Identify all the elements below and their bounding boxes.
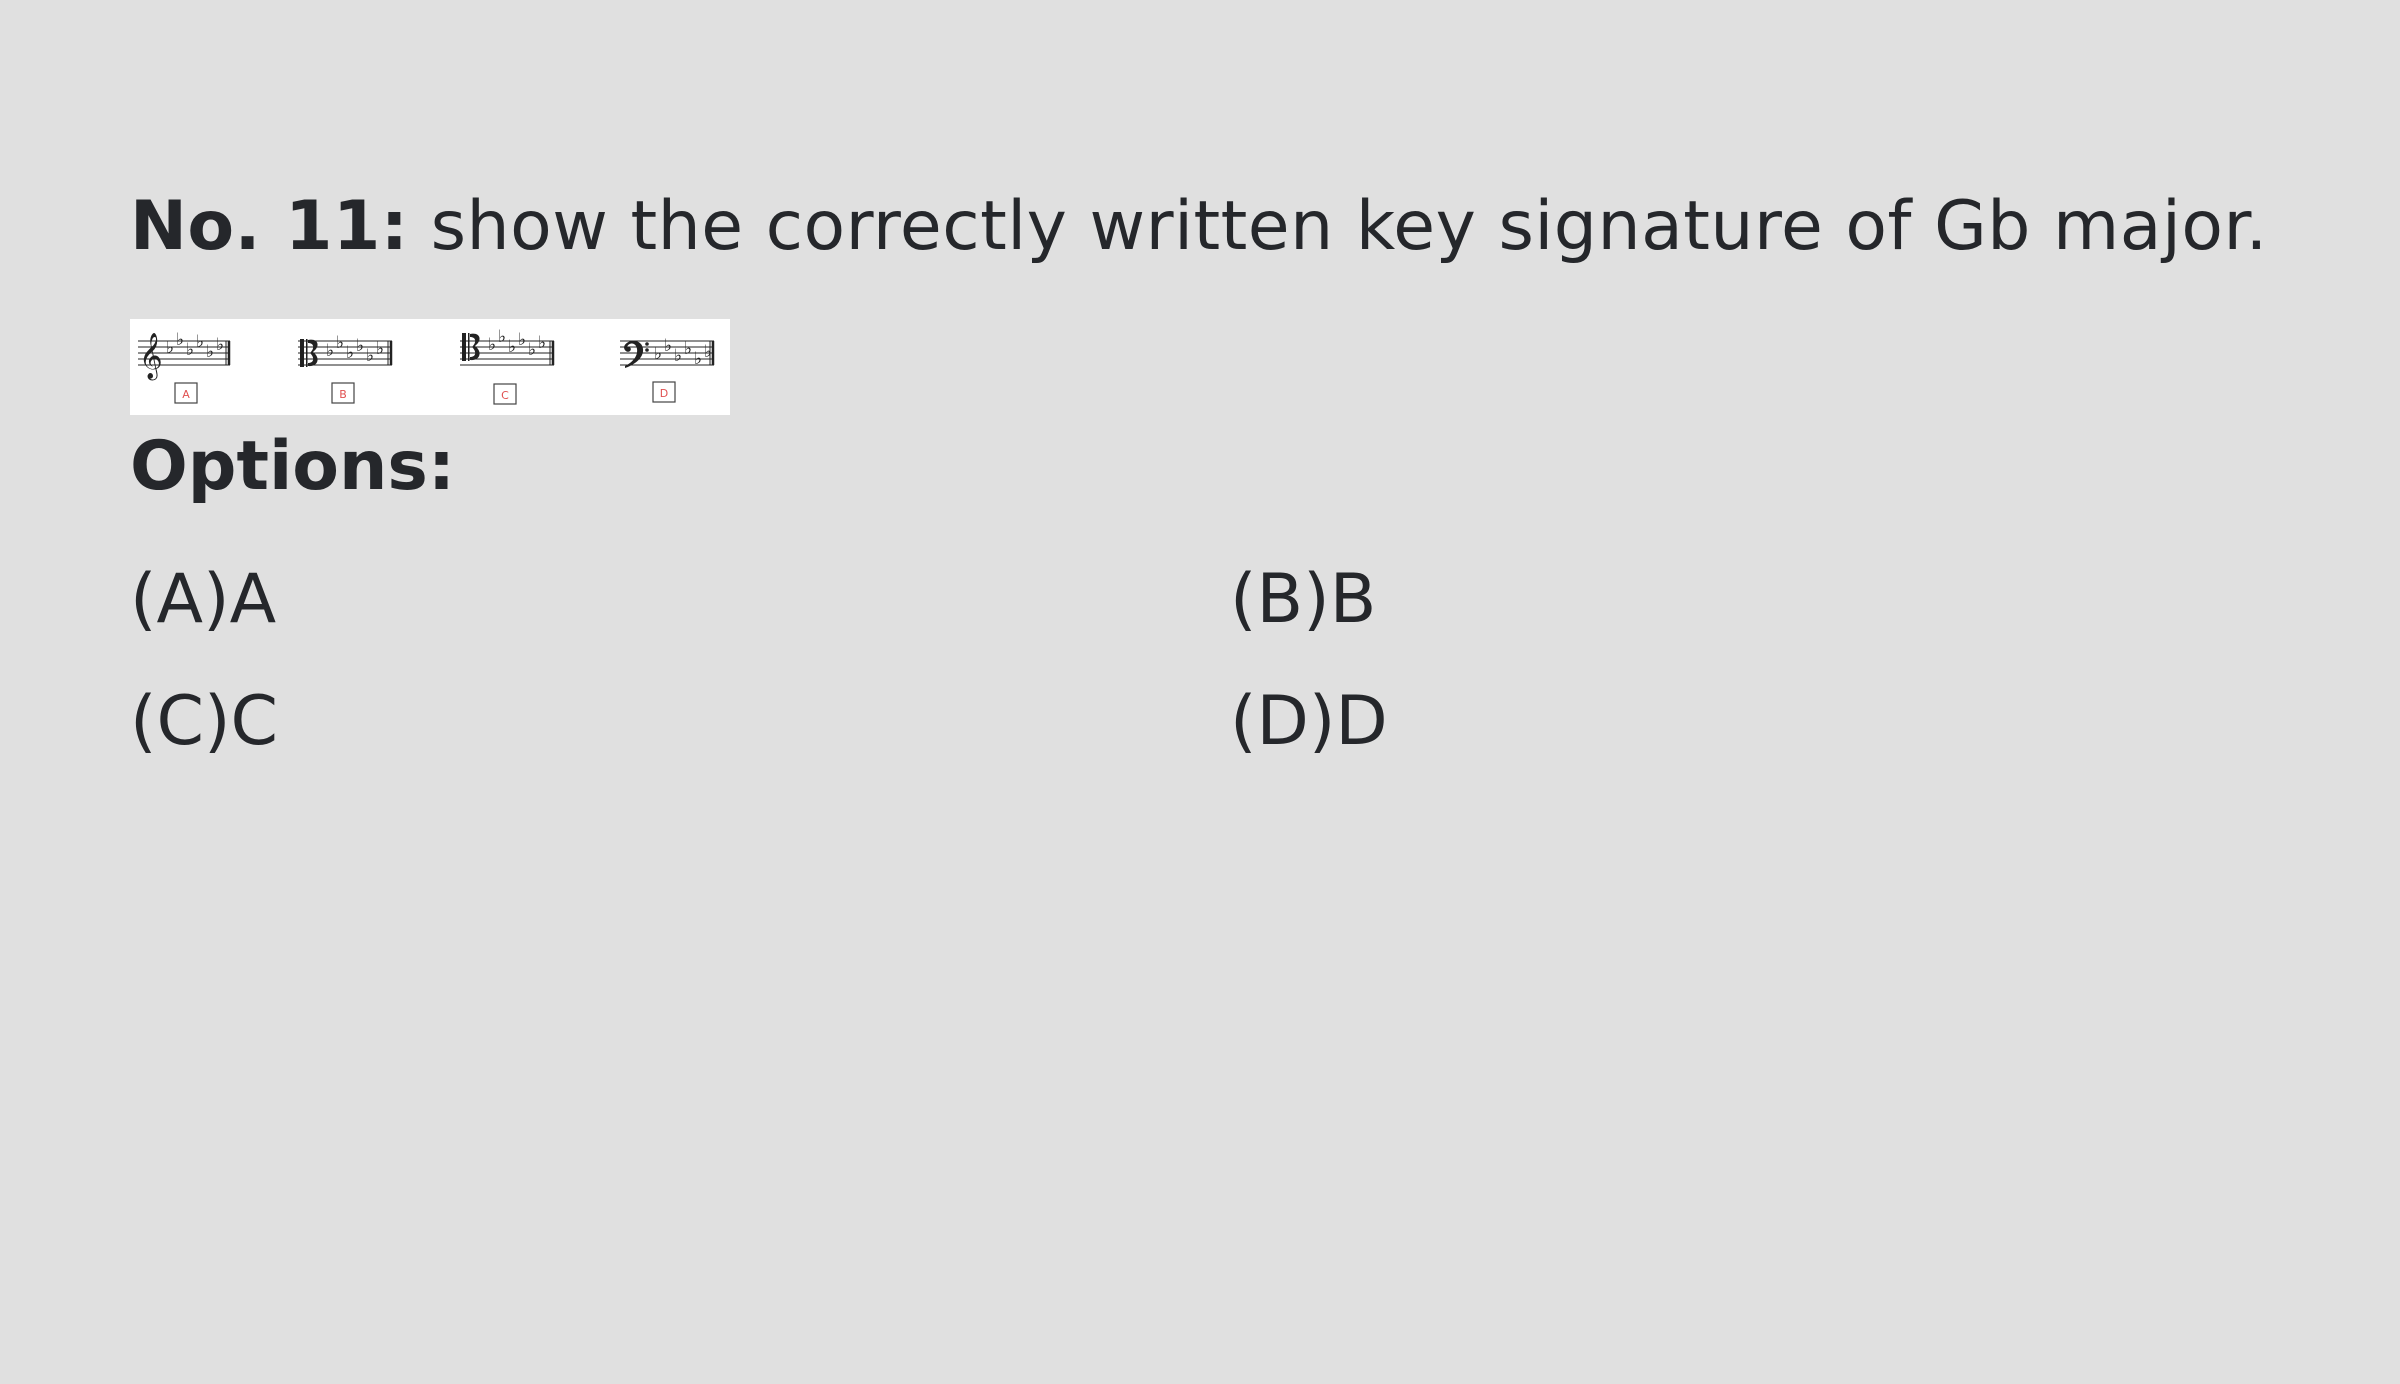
flats-c: ♭ ♭ ♭ ♭ ♭ ♭: [488, 327, 546, 360]
svg-text:♭: ♭: [206, 342, 214, 362]
svg-text:♭: ♭: [356, 336, 364, 356]
stave-b: ♭ ♭ ♭ ♭ ♭ ♭ B: [298, 333, 393, 404]
svg-text:♭: ♭: [366, 346, 374, 366]
svg-text:♭: ♭: [176, 330, 184, 350]
key-signature-figure: 𝄞 ♭ ♭ ♭ ♭ ♭ ♭ A ♭ ♭ ♭ ♭ ♭ ♭ B ♭ ♭ ♭ ♭ ♭ …: [130, 319, 730, 415]
options-title: Options:: [130, 427, 456, 506]
svg-text:♭: ♭: [654, 344, 662, 364]
svg-text:♭: ♭: [498, 327, 506, 347]
option-b[interactable]: (B)B: [1230, 555, 1376, 645]
svg-text:♭: ♭: [518, 330, 526, 350]
svg-text:♭: ♭: [528, 340, 536, 360]
option-a[interactable]: (A)A: [130, 555, 276, 645]
flats-a: ♭ ♭ ♭ ♭ ♭ ♭: [166, 330, 224, 362]
svg-text:♭: ♭: [166, 338, 174, 358]
bass-clef-icon: [624, 340, 649, 368]
svg-text:♭: ♭: [508, 337, 516, 357]
svg-text:♭: ♭: [216, 335, 224, 355]
box-label-a: A: [182, 388, 190, 401]
svg-text:♭: ♭: [376, 339, 384, 359]
svg-text:♭: ♭: [694, 349, 702, 369]
svg-text:♭: ♭: [538, 333, 546, 353]
question: No. 11: show the correctly written key s…: [130, 182, 2268, 272]
box-label-c: C: [501, 389, 509, 402]
svg-text:♭: ♭: [664, 336, 672, 356]
svg-text:♭: ♭: [186, 340, 194, 360]
svg-text:♭: ♭: [326, 341, 334, 361]
svg-text:♭: ♭: [196, 332, 204, 352]
question-number: No. 11:: [130, 187, 409, 266]
svg-text:♭: ♭: [684, 339, 692, 359]
svg-text:♭: ♭: [674, 346, 682, 366]
stave-a: 𝄞 ♭ ♭ ♭ ♭ ♭ ♭ A: [138, 330, 231, 404]
stave-c: ♭ ♭ ♭ ♭ ♭ ♭ C: [460, 327, 555, 405]
box-label-b: B: [339, 388, 347, 401]
option-c[interactable]: (C)C: [130, 677, 278, 767]
box-label-d: D: [660, 387, 668, 400]
question-text: show the correctly written key signature…: [408, 187, 2268, 266]
svg-text:♭: ♭: [704, 342, 712, 362]
option-d[interactable]: (D)D: [1230, 677, 1388, 767]
flats-b: ♭ ♭ ♭ ♭ ♭ ♭: [326, 333, 384, 366]
svg-text:♭: ♭: [488, 335, 496, 355]
stave-d: ♭ ♭ ♭ ♭ ♭ ♭ D: [620, 336, 715, 403]
svg-text:♭: ♭: [346, 343, 354, 363]
svg-text:♭: ♭: [336, 333, 344, 353]
treble-clef-icon: 𝄞: [139, 333, 163, 381]
